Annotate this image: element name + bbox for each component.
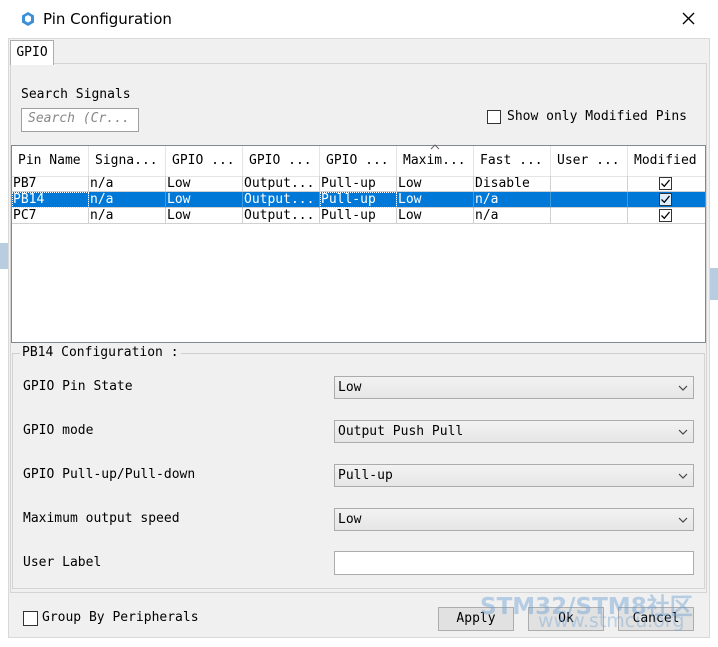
configuration-title: PB14 Configuration : (20, 345, 181, 360)
search-label: Search Signals (21, 87, 131, 102)
cell-gpio-output-level: Low (166, 176, 243, 192)
cell-user-label (551, 176, 628, 192)
watermark-url: www.stmcu.org (538, 610, 685, 632)
table-row-selected[interactable]: PB14 n/a Low Output... Pull-up Low n/a (12, 192, 705, 208)
pin-state-value: Low (338, 380, 362, 395)
cell-gpio-output-level: Low (166, 208, 243, 224)
column-header[interactable]: GPIO ... (166, 146, 243, 176)
show-modified-checkbox[interactable] (487, 110, 501, 124)
column-header[interactable]: GPIO ... (320, 146, 397, 176)
chevron-down-icon (678, 517, 688, 523)
cell-pin-name: PB14 (12, 192, 89, 208)
column-header[interactable]: Signa... (89, 146, 166, 176)
modified-checkbox[interactable] (659, 209, 672, 222)
cell-gpio-mode: Output... (243, 192, 320, 208)
cell-modified (628, 176, 705, 192)
cell-user-label (551, 208, 628, 224)
cell-signal: n/a (89, 176, 166, 192)
cell-pin-name: PB7 (12, 176, 89, 192)
app-cube-icon (22, 12, 34, 26)
search-input[interactable]: Search (Cr... (21, 108, 139, 132)
column-header[interactable]: Maxim... (397, 146, 474, 176)
cell-fast-mode: Disable (474, 176, 551, 192)
cell-fast-mode: n/a (474, 208, 551, 224)
cell-max-speed: Low (397, 176, 474, 192)
check-icon (661, 211, 671, 220)
user-label-label: User Label (23, 555, 102, 570)
max-speed-label: Maximum output speed (23, 511, 180, 526)
modified-checkbox[interactable] (659, 177, 672, 190)
cell-max-speed: Low (397, 208, 474, 224)
cell-pin-name: PC7 (12, 208, 89, 224)
cell-modified (628, 208, 705, 224)
pull-select[interactable]: Pull-up (334, 464, 694, 487)
column-header[interactable]: Fast ... (474, 146, 551, 176)
group-by-peripherals-checkbox[interactable] (23, 611, 38, 626)
column-header[interactable]: User ... (551, 146, 628, 176)
cell-gpio-mode: Output... (243, 208, 320, 224)
pin-table: Pin Name Signa... GPIO ... GPIO ... GPIO… (11, 145, 706, 343)
chevron-down-icon (678, 473, 688, 479)
background-window-edge-right (710, 268, 718, 300)
sort-ascending-icon (430, 144, 440, 150)
chevron-down-icon (678, 429, 688, 435)
check-icon (661, 179, 671, 188)
pull-label: GPIO Pull-up/Pull-down (23, 467, 196, 482)
table-row[interactable]: PB7 n/a Low Output... Pull-up Low Disabl… (12, 176, 705, 192)
window-title: Pin Configuration (43, 10, 172, 28)
max-speed-select[interactable]: Low (334, 508, 694, 531)
cell-gpio-pull: Pull-up (320, 176, 397, 192)
background-window-edge-left (0, 243, 8, 269)
pin-state-label: GPIO Pin State (23, 379, 133, 394)
column-header[interactable]: Modified (628, 146, 705, 176)
group-by-peripherals-label: Group By Peripherals (42, 610, 199, 625)
max-speed-value: Low (338, 512, 362, 527)
cell-gpio-pull: Pull-up (320, 192, 397, 208)
cell-gpio-output-level: Low (166, 192, 243, 208)
cell-fast-mode: n/a (474, 192, 551, 208)
show-modified-label: Show only Modified Pins (507, 109, 688, 124)
check-icon (661, 195, 671, 204)
cell-max-speed: Low (397, 192, 474, 208)
tab-gpio[interactable]: GPIO (10, 40, 54, 65)
table-row[interactable]: PC7 n/a Low Output... Pull-up Low n/a (12, 208, 705, 224)
pull-value: Pull-up (338, 468, 393, 483)
title-bar: Pin Configuration (0, 0, 718, 38)
close-icon[interactable] (674, 6, 702, 32)
cell-user-label (551, 192, 628, 208)
gpio-mode-value: Output Push Pull (338, 424, 464, 439)
cell-signal: n/a (89, 208, 166, 224)
gpio-mode-select[interactable]: Output Push Pull (334, 420, 694, 443)
cell-signal: n/a (89, 192, 166, 208)
gpio-mode-label: GPIO mode (23, 423, 94, 438)
cell-gpio-mode: Output... (243, 176, 320, 192)
column-header[interactable]: GPIO ... (243, 146, 320, 176)
user-label-input[interactable] (334, 551, 694, 575)
chevron-down-icon (678, 385, 688, 391)
modified-checkbox[interactable] (659, 193, 672, 206)
cell-gpio-pull: Pull-up (320, 208, 397, 224)
pin-state-select[interactable]: Low (334, 376, 694, 399)
column-header[interactable]: Pin Name (12, 146, 89, 176)
cell-modified (628, 192, 705, 208)
